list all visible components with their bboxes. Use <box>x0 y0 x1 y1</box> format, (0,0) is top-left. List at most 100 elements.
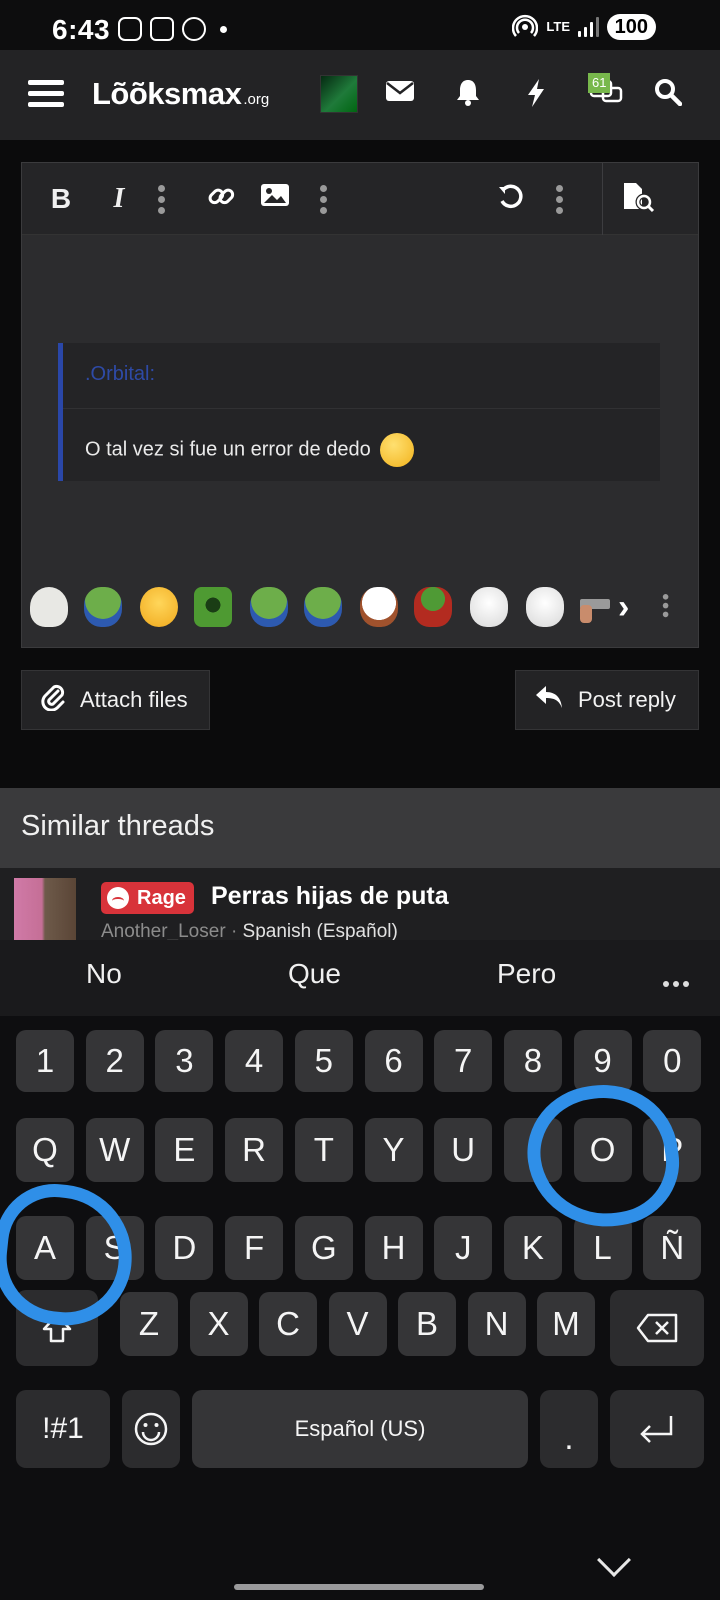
signal-icon <box>578 17 600 37</box>
letter-key-m[interactable]: M <box>537 1292 595 1356</box>
angry-pepe-smilie-icon[interactable] <box>194 587 232 627</box>
letter-key-c[interactable]: C <box>259 1292 317 1356</box>
wojak-crying-smilie-icon[interactable] <box>470 587 508 627</box>
cat-smilie-icon[interactable] <box>30 587 68 627</box>
more-options-icon[interactable] <box>556 185 564 215</box>
mail-icon[interactable] <box>382 78 418 110</box>
chevron-right-icon[interactable]: › <box>618 589 629 625</box>
thread-title[interactable]: Perras hijas de puta <box>211 882 449 911</box>
hamburger-icon[interactable] <box>28 80 64 110</box>
letter-key-x[interactable]: X <box>189 1292 248 1356</box>
pepe-smilie-icon[interactable] <box>84 587 122 627</box>
quote-text: O tal vez si fue un error de dedo <box>85 438 371 461</box>
symbols-key[interactable]: !#1 <box>16 1390 110 1468</box>
crying-smilie-icon[interactable] <box>140 587 178 627</box>
number-key-8[interactable]: 8 <box>503 1030 562 1092</box>
wojak-smilie-icon[interactable] <box>360 587 398 627</box>
letter-key-t[interactable]: T <box>294 1118 353 1182</box>
backspace-key[interactable] <box>610 1290 704 1366</box>
similar-threads-heading: Similar threads <box>21 810 215 842</box>
pepe-red-smilie-icon[interactable] <box>414 587 452 627</box>
more-insert-icon[interactable] <box>320 185 328 215</box>
letter-key-d[interactable]: D <box>155 1216 214 1280</box>
search-icon[interactable] <box>650 78 686 110</box>
letter-key-h[interactable]: H <box>364 1216 423 1280</box>
italic-icon[interactable]: I <box>104 181 134 217</box>
link-icon[interactable] <box>204 181 238 217</box>
letter-key-g[interactable]: G <box>294 1216 353 1280</box>
letter-key-w[interactable]: W <box>85 1118 144 1182</box>
letter-key-a[interactable]: A <box>16 1216 74 1280</box>
thread-forum[interactable]: Spanish (Español) <box>243 921 398 942</box>
letter-key-u[interactable]: U <box>434 1118 493 1182</box>
pepe-tea-smilie-icon[interactable] <box>250 587 288 627</box>
gun-smilie-icon[interactable] <box>576 587 614 627</box>
attach-files-button[interactable]: Attach files <box>21 670 210 730</box>
letter-key-y[interactable]: Y <box>364 1118 423 1182</box>
number-key-7[interactable]: 7 <box>434 1030 493 1092</box>
shift-key[interactable] <box>16 1290 98 1366</box>
notification-icons <box>118 17 227 41</box>
letter-key-k[interactable]: K <box>503 1216 562 1280</box>
letter-key-z[interactable]: Z <box>120 1292 178 1356</box>
letter-key-n[interactable]: N <box>467 1292 526 1356</box>
angry-face-icon <box>107 887 129 909</box>
battery-indicator: 100 <box>606 14 656 40</box>
undo-icon[interactable] <box>494 181 528 217</box>
battery-level: 100 <box>606 14 656 40</box>
grinning-sweat-emoji-icon <box>380 433 415 467</box>
number-key-4[interactable]: 4 <box>225 1030 284 1092</box>
bold-icon[interactable]: B <box>46 181 76 217</box>
emoji-key[interactable] <box>122 1390 180 1468</box>
letter-key-i[interactable]: I <box>503 1118 562 1182</box>
rage-prefix-badge[interactable]: Rage <box>101 882 194 914</box>
conversations-badge: 61 <box>588 73 611 93</box>
letter-key-j[interactable]: J <box>434 1216 493 1280</box>
letter-key-f[interactable]: F <box>225 1216 284 1280</box>
suggestion-2[interactable]: Que <box>288 958 341 990</box>
letter-key-v[interactable]: V <box>328 1292 387 1356</box>
letter-key-l[interactable]: L <box>573 1216 632 1280</box>
quote-author[interactable]: .Orbital: <box>63 343 660 409</box>
space-key[interactable]: Español (US) <box>192 1390 528 1468</box>
letter-key-p[interactable]: P <box>643 1118 702 1182</box>
suggestion-1[interactable]: No <box>86 958 122 990</box>
letter-key-b[interactable]: B <box>398 1292 456 1356</box>
letter-key-o[interactable]: O <box>573 1118 632 1182</box>
thread-author[interactable]: Another_Loser <box>101 921 226 942</box>
number-key-5[interactable]: 5 <box>294 1030 353 1092</box>
number-key-1[interactable]: 1 <box>16 1030 74 1092</box>
number-key-3[interactable]: 3 <box>155 1030 214 1092</box>
user-avatar[interactable] <box>320 75 358 113</box>
pepe-smug-smilie-icon[interactable] <box>304 587 342 627</box>
site-header: Lõõksmax .org 61 <box>0 50 720 140</box>
number-key-2[interactable]: 2 <box>85 1030 144 1092</box>
similar-threads-section: Similar threads <box>0 788 720 868</box>
reply-editor[interactable]: B I .Orbital: O tal vez si fue un error … <box>21 162 699 648</box>
thread-author-avatar[interactable] <box>14 878 76 940</box>
post-reply-button[interactable]: Post reply <box>515 670 699 730</box>
more-formatting-icon[interactable] <box>158 185 166 215</box>
letter-key-e[interactable]: E <box>155 1118 214 1182</box>
suggestion-3[interactable]: Pero <box>497 958 556 990</box>
site-logo[interactable]: Lõõksmax .org <box>92 76 269 112</box>
thread-list-item[interactable]: Rage Perras hijas de puta Another_Loser … <box>0 868 720 942</box>
number-key-6[interactable]: 6 <box>364 1030 423 1092</box>
enter-icon <box>640 1416 673 1443</box>
preview-icon[interactable] <box>618 181 658 217</box>
period-key[interactable]: . <box>540 1390 598 1468</box>
letter-key-r[interactable]: R <box>225 1118 284 1182</box>
image-icon[interactable] <box>258 181 292 217</box>
letter-key-s[interactable]: S <box>85 1216 144 1280</box>
more-smilies-icon[interactable] <box>662 594 669 618</box>
bell-icon[interactable] <box>450 78 486 110</box>
wojak-screaming-smilie-icon[interactable] <box>526 587 564 627</box>
home-indicator[interactable] <box>234 1584 484 1590</box>
letter-key-ñ[interactable]: Ñ <box>643 1216 702 1280</box>
more-suggestions-icon[interactable] <box>663 974 693 992</box>
number-key-9[interactable]: 9 <box>573 1030 632 1092</box>
enter-key[interactable] <box>610 1390 704 1468</box>
lightning-icon[interactable] <box>518 78 554 110</box>
letter-key-q[interactable]: Q <box>16 1118 74 1182</box>
number-key-0[interactable]: 0 <box>643 1030 702 1092</box>
